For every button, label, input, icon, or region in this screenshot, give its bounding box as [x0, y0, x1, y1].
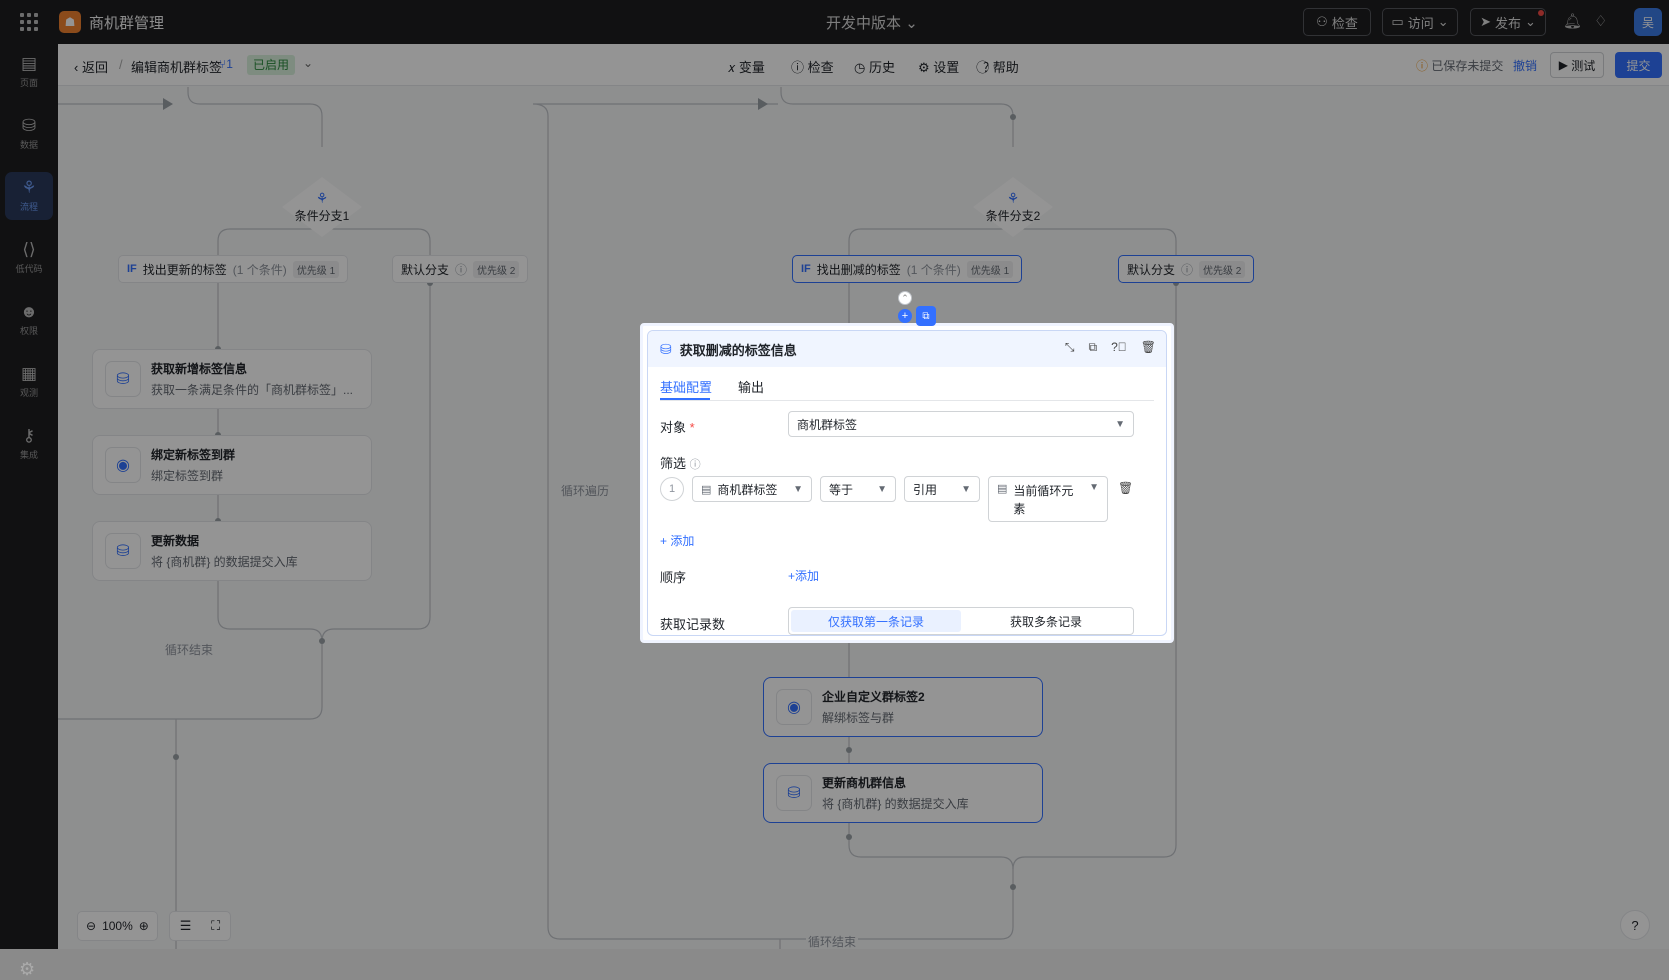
plus-icon: +	[660, 534, 668, 548]
chevron-down-icon: ▼	[877, 483, 887, 495]
collapse-icon[interactable]: ⤡	[1065, 340, 1075, 355]
chevron-down-icon: ▼	[961, 483, 971, 495]
delete-icon[interactable]: 🗑︎	[1141, 340, 1156, 355]
panel-header: ⛁ 获取删减的标签信息 ⤡ ⧉ ?⃝ 🗑︎	[648, 331, 1166, 367]
object-select[interactable]: 商机群标签 ▼	[788, 411, 1134, 437]
object-label: 对象 *	[660, 417, 695, 436]
gear-icon[interactable]: ⚙	[19, 959, 35, 980]
filter-value-select[interactable]: ▤ 当前循环元素 ▼	[988, 476, 1108, 522]
panel-tabs: 基础配置 输出	[660, 367, 1154, 401]
filter-value: 当前循环元素	[1013, 484, 1074, 516]
filter-mode-select[interactable]: 引用 ▼	[904, 476, 980, 502]
add-order-label: 添加	[795, 569, 820, 583]
record-count-label: 获取记录数	[660, 617, 726, 632]
filter-index: 1	[660, 477, 684, 501]
required-mark: *	[689, 420, 695, 435]
order-label: 顺序	[660, 570, 687, 585]
database-search-icon: ⛁	[660, 340, 672, 357]
filter-field-value: 商机群标签	[717, 482, 778, 497]
help-icon[interactable]: ?⃝	[1111, 340, 1127, 355]
chevron-down-icon: ▼	[793, 483, 803, 495]
chevron-down-icon: ▼	[1089, 482, 1099, 493]
node-config-panel: ⛁ 获取删减的标签信息 ⤡ ⧉ ?⃝ 🗑︎ 基础配置 输出 对象 * 商机群标签…	[640, 323, 1174, 643]
table-icon: ▤	[997, 483, 1008, 495]
add-node-icon[interactable]: +	[898, 309, 912, 323]
panel-actions: ⤡ ⧉ ?⃝ 🗑︎	[1065, 340, 1156, 355]
collapse-connector-icon[interactable]: ⌃	[898, 291, 912, 305]
object-value: 商机群标签	[797, 417, 858, 432]
plus-icon: +	[788, 569, 796, 583]
copy-icon[interactable]: ⧉	[1089, 340, 1098, 355]
filter-label-text: 筛选	[660, 456, 687, 471]
add-filter-label: 添加	[670, 534, 695, 548]
chevron-down-icon: ▼	[1115, 418, 1125, 430]
delete-filter-icon[interactable]: 🗑︎	[1118, 481, 1133, 495]
option-multiple-records[interactable]: 获取多条记录	[961, 610, 1131, 632]
table-icon: ▤	[701, 483, 712, 496]
panel-title: 获取删减的标签信息	[679, 342, 797, 358]
add-order-button[interactable]: +添加	[788, 567, 819, 584]
filter-operator-select[interactable]: 等于 ▼	[820, 476, 896, 502]
filter-operator-value: 等于	[829, 482, 854, 497]
filter-field-select[interactable]: ▤ 商机群标签 ▼	[692, 476, 812, 502]
add-filter-button[interactable]: + 添加	[660, 532, 694, 549]
tab-output[interactable]: 输出	[738, 377, 764, 396]
filter-mode-value: 引用	[913, 482, 938, 497]
filter-label: 筛选 ⓘ	[660, 453, 701, 472]
record-count-toggle: 仅获取第一条记录 获取多条记录	[788, 607, 1134, 635]
panel-body: ⛁ 获取删减的标签信息 ⤡ ⧉ ?⃝ 🗑︎ 基础配置 输出 对象 * 商机群标签…	[647, 330, 1167, 636]
object-label-text: 对象	[660, 420, 687, 435]
tab-basic-config[interactable]: 基础配置	[660, 377, 712, 396]
active-tab-indicator	[660, 398, 710, 400]
info-icon: ⓘ	[689, 459, 701, 471]
paste-node-icon[interactable]: ⧉	[916, 306, 936, 326]
option-first-record[interactable]: 仅获取第一条记录	[791, 610, 961, 632]
